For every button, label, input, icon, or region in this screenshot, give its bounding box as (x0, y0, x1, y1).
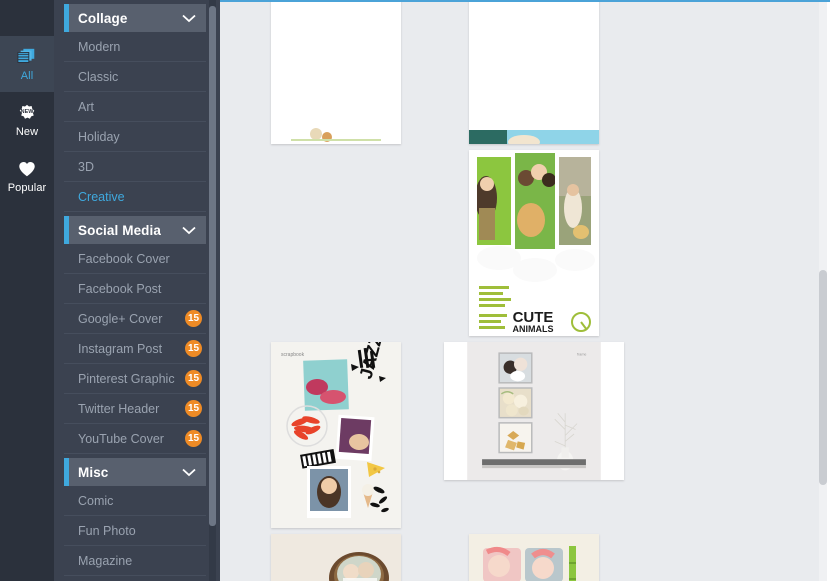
sidebar-item-art[interactable]: Art (64, 92, 206, 122)
rail-top-spacer (0, 0, 54, 36)
heart-icon (19, 161, 35, 176)
sidebar-item-3d[interactable]: 3D (64, 152, 206, 182)
sidebar-item-modern[interactable]: Modern (64, 32, 206, 62)
section-title-social-media: Social Media (78, 222, 161, 238)
sidebar-item-facebook-cover[interactable]: Facebook Cover (64, 244, 206, 274)
sidebar-item-creative[interactable]: Creative (64, 182, 206, 212)
sidebar-label-modern: Modern (78, 39, 121, 54)
sidebar-label-pinterest-graphic: Pinterest Graphic (78, 371, 175, 386)
sidebar-item-comic[interactable]: Comic (64, 486, 206, 516)
sidebar-label-youtube-cover: YouTube Cover (78, 431, 164, 446)
sidebar-item-fun-photo[interactable]: Fun Photo (64, 516, 206, 546)
cute-animals-collage-thumb (271, 2, 401, 144)
rail-item-new[interactable]: NEW New (0, 92, 54, 148)
new-burst-icon: NEW (19, 104, 35, 119)
sidebar-item-youtube-cover[interactable]: YouTube Cover 15 (64, 424, 206, 454)
category-list: Collage Modern Classic Art Holiday 3D Cr… (54, 0, 220, 576)
sidebar-label-classic: Classic (78, 69, 119, 84)
svg-text:scrapbook: scrapbook (281, 352, 305, 358)
sidebar-item-instagram-post[interactable]: Instagram Post 15 (64, 334, 206, 364)
wedding-wall-frames-thumb: frame (467, 342, 601, 480)
sidebar-item-classic[interactable]: Classic (64, 62, 206, 92)
template-card[interactable] (271, 2, 401, 144)
template-grid: CUTE ANIMALS scrapbook JAZZ frame (220, 2, 814, 581)
sidebar-item-facebook-post[interactable]: Facebook Post (64, 274, 206, 304)
chevron-down-icon (182, 468, 196, 476)
sidebar-item-google-plus-cover[interactable]: Google+ Cover 15 (64, 304, 206, 334)
sidebar-label-fun-photo: Fun Photo (78, 523, 136, 538)
cute-animals-template-thumb: CUTE ANIMALS (469, 150, 599, 336)
sidebar-label-magazine: Magazine (78, 553, 133, 568)
rail-label-popular: Popular (7, 181, 47, 194)
sidebar-item-pinterest-graphic[interactable]: Pinterest Graphic 15 (64, 364, 206, 394)
icon-rail: All NEW New Popular (0, 0, 54, 581)
badge-count: 15 (185, 370, 202, 387)
section-header-collage[interactable]: Collage (64, 4, 206, 32)
grid-cell: frame (435, 342, 633, 534)
section-header-misc[interactable]: Misc (64, 458, 206, 486)
template-card[interactable] (469, 2, 599, 144)
template-card-wedding-wall[interactable]: frame (444, 342, 624, 480)
rail-item-all[interactable]: All (0, 36, 54, 92)
template-card-daddys-angel[interactable]: fotojet DADDY'S LITTLE ANGEL (469, 534, 599, 581)
sidebar-label-3d: 3D (78, 159, 94, 174)
grid-cell: scrapbook JAZZ (237, 342, 435, 534)
sidebar-label-twitter-header: Twitter Header (78, 401, 160, 416)
grid-cell: CUTE ANIMALS (435, 150, 633, 342)
badge-count: 15 (185, 430, 202, 447)
layers-icon (17, 48, 35, 63)
sidebar-label-facebook-post: Facebook Post (78, 281, 162, 296)
chevron-down-icon (182, 226, 196, 234)
rail-label-new: New (15, 125, 39, 138)
template-card-coconut[interactable]: collage (271, 534, 401, 581)
badge-count: 15 (185, 310, 202, 327)
template-card-jazz[interactable]: scrapbook JAZZ (271, 342, 401, 528)
sidebar-item-twitter-header[interactable]: Twitter Header 15 (64, 394, 206, 424)
section-header-social-media[interactable]: Social Media (64, 216, 206, 244)
sidebar-label-creative: Creative (78, 189, 125, 204)
template-gallery: CUTE ANIMALS scrapbook JAZZ frame (220, 0, 830, 581)
sidebar-label-instagram-post: Instagram Post (78, 341, 163, 356)
template-card-cute-animals[interactable]: CUTE ANIMALS (469, 150, 599, 336)
sidebar-label-comic: Comic (78, 493, 114, 508)
svg-text:ANIMALS: ANIMALS (513, 324, 554, 334)
grid-cell (435, 2, 633, 150)
sidebar-label-art: Art (78, 99, 94, 114)
beach-waves-collage-thumb (469, 2, 599, 144)
app-root: All NEW New Popular Collage Modern Class… (0, 0, 830, 581)
svg-text:NEW: NEW (21, 109, 35, 115)
grid-cell (237, 2, 435, 150)
rail-item-popular[interactable]: Popular (0, 148, 54, 204)
daddys-little-angel-thumb: fotojet DADDY'S LITTLE ANGEL (469, 534, 599, 581)
chevron-down-icon (182, 14, 196, 22)
rail-label-all: All (20, 69, 34, 82)
content-scrollbar-thumb[interactable] (819, 270, 827, 485)
grid-cell: collage (237, 534, 435, 581)
badge-count: 15 (185, 400, 202, 417)
section-title-misc: Misc (78, 464, 109, 480)
sidebar-label-holiday: Holiday (78, 129, 120, 144)
sidebar-label-google-plus-cover: Google+ Cover (78, 311, 163, 326)
section-title-collage: Collage (78, 10, 128, 26)
grid-cell: fotojet DADDY'S LITTLE ANGEL (435, 534, 633, 581)
category-sidebar: Collage Modern Classic Art Holiday 3D Cr… (54, 0, 220, 581)
svg-text:frame: frame (577, 352, 586, 356)
sidebar-label-facebook-cover: Facebook Cover (78, 251, 170, 266)
grid-cell (237, 150, 435, 342)
sidebar-scrollbar-thumb[interactable] (209, 6, 216, 526)
badge-count: 15 (185, 340, 202, 357)
sidebar-item-holiday[interactable]: Holiday (64, 122, 206, 152)
jazz-scrapbook-thumb: scrapbook JAZZ (271, 342, 401, 528)
coconut-shells-thumb: collage (271, 534, 401, 581)
sidebar-item-magazine[interactable]: Magazine (64, 546, 206, 576)
